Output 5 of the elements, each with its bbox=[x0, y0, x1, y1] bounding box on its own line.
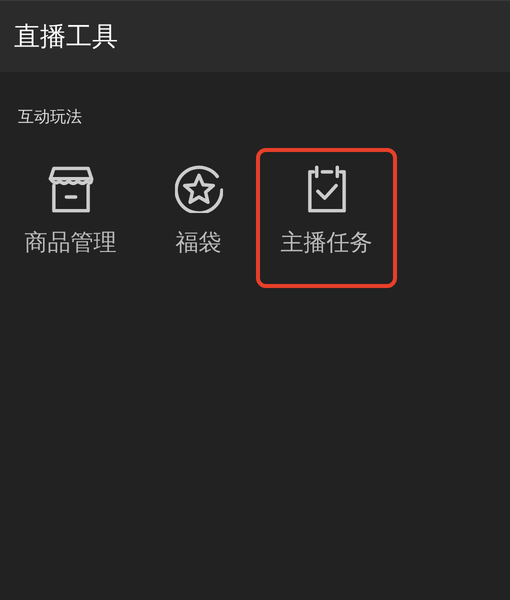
window-title: 直播工具 bbox=[14, 21, 118, 54]
tool-item[interactable]: 主播任务 bbox=[256, 148, 397, 288]
section-title: 互动玩法 bbox=[18, 106, 83, 128]
store-icon bbox=[46, 165, 94, 213]
star-icon bbox=[174, 165, 222, 213]
